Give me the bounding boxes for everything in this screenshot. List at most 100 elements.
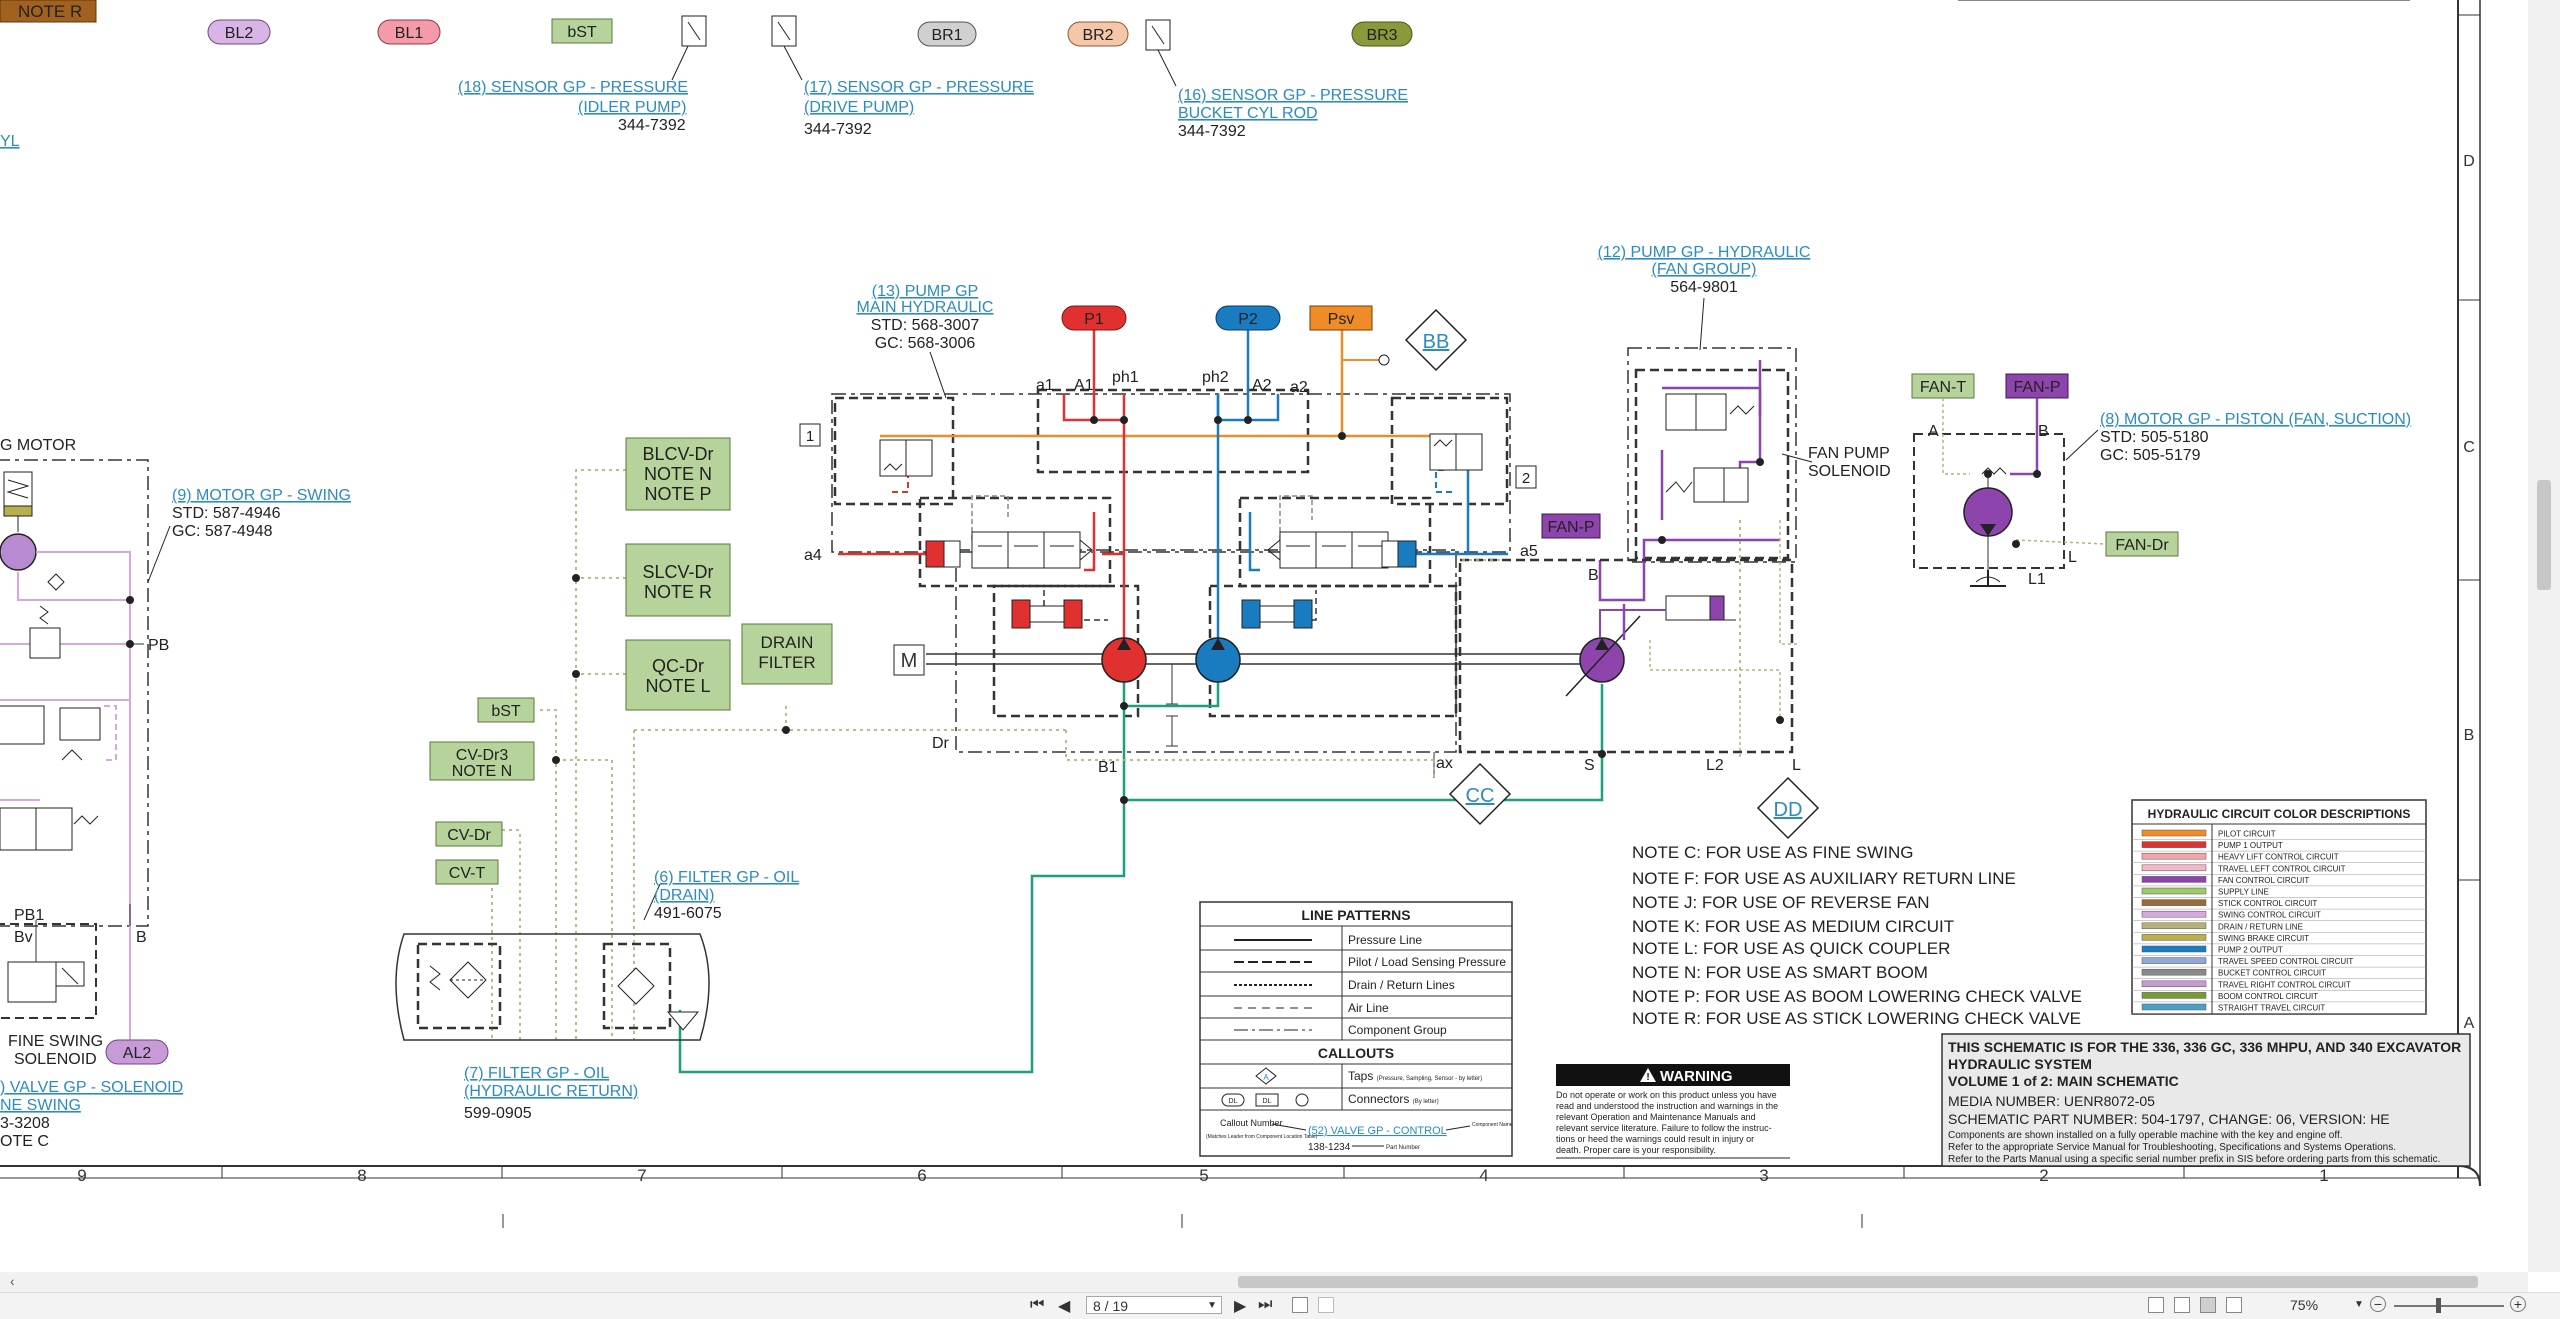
previous-page-icon[interactable]: ◀ — [1058, 1296, 1070, 1316]
callout-16-title: (16) SENSOR GP - PRESSURE — [1178, 87, 1408, 104]
callout-18-part: 344-7392 — [618, 117, 686, 134]
svg-text:B1: B1 — [1098, 759, 1118, 776]
svg-text:DD: DD — [1774, 799, 1803, 821]
note-j: NOTE J: FOR USE OF REVERSE FAN — [1632, 893, 1930, 912]
svg-text:FAN-P: FAN-P — [2013, 379, 2060, 396]
grid-col-9: 9 — [77, 1166, 86, 1185]
zoom-out-icon[interactable]: − — [2370, 1296, 2386, 1312]
svg-text:(7) FILTER GP - OIL: (7) FILTER GP - OIL — [464, 1065, 609, 1082]
fan-solenoid — [1665, 595, 1711, 621]
continuous-view-icon[interactable] — [2174, 1297, 2190, 1313]
color-row-label: BOOM CONTROL CIRCUIT — [2218, 992, 2318, 1001]
spool-valve-left — [925, 531, 1093, 629]
horizontal-scrollbar[interactable]: ‹ — [0, 1272, 2528, 1292]
color-row-label: PUMP 2 OUTPUT — [2218, 946, 2283, 955]
svg-text:BL2: BL2 — [225, 25, 254, 42]
svg-text:NOTE R: NOTE R — [644, 582, 712, 602]
two-page-continuous-view-icon[interactable] — [2226, 1297, 2242, 1313]
svg-text:2: 2 — [1522, 470, 1530, 487]
svg-text:PB1: PB1 — [14, 907, 44, 924]
page-dropdown-chevron-icon[interactable]: ▼ — [1207, 1297, 1217, 1315]
svg-text:FAN-T: FAN-T — [1920, 379, 1966, 396]
callout-yl: YL — [0, 133, 20, 150]
svg-text:(52) VALVE GP - CONTROL: (52) VALVE GP - CONTROL — [1308, 1125, 1447, 1137]
svg-text:(Matches Leader from Component: (Matches Leader from Component Location … — [1206, 1134, 1318, 1140]
page-number-field[interactable]: 8 / 19 ▼ — [1086, 1296, 1222, 1314]
first-page-icon[interactable]: ⏮ — [1030, 1296, 1044, 1314]
callout-16-sub: BUCKET CYL ROD — [1178, 105, 1318, 122]
note-f: NOTE F: FOR USE AS AUXILIARY RETURN LINE — [1632, 869, 2016, 888]
svg-text:L: L — [1792, 757, 1801, 774]
grid-row-a: A — [2464, 1015, 2475, 1032]
zoom-level[interactable]: 75% — [2290, 1297, 2318, 1313]
svg-text:bST: bST — [491, 703, 521, 720]
svg-text:1: 1 — [806, 428, 814, 445]
svg-text:Part Number: Part Number — [1386, 1145, 1420, 1151]
svg-text:FAN-P: FAN-P — [1547, 519, 1594, 536]
svg-text:CV-T: CV-T — [449, 865, 486, 882]
svg-text:A2: A2 — [1252, 377, 1272, 394]
svg-text:SLCV-Dr: SLCV-Dr — [642, 562, 713, 582]
svg-text:SOLENOID: SOLENOID — [14, 1051, 97, 1068]
warning-box: ! WARNING Do not operate or work on this… — [1556, 1064, 1790, 1159]
color-row-label: PUMP 1 OUTPUT — [2218, 841, 2283, 850]
color-row-label: SUPPLY LINE — [2218, 888, 2269, 897]
junction-dots — [126, 416, 2041, 804]
top-callouts: (18) SENSOR GP - PRESSURE (IDLER PUMP) 3… — [0, 45, 1408, 150]
svg-text:Do not operate or work on this: Do not operate or work on this product u… — [1556, 1090, 1777, 1100]
color-swatch — [2141, 852, 2207, 860]
note-r-label: NOTE R — [18, 2, 82, 21]
svg-text:GC: 505-5179: GC: 505-5179 — [2100, 447, 2201, 464]
svg-text:death. Proper care is your res: death. Proper care is your responsibilit… — [1556, 1145, 1716, 1155]
port-labels: a1 A1 ph1 ph2 A2 a2 a4 a5 Dr B1 ax S L2 … — [804, 369, 1801, 776]
color-swatch — [2141, 910, 2207, 918]
svg-text:OTE C: OTE C — [0, 1133, 49, 1150]
svg-text:tions or heed the warnings cou: tions or heed the warnings could result … — [1556, 1134, 1754, 1144]
last-page-icon[interactable]: ⏭ — [1258, 1296, 1272, 1314]
horizontal-scrollbar-thumb[interactable] — [1238, 1276, 2478, 1288]
zoom-slider[interactable] — [2394, 1305, 2504, 1307]
zoom-slider-knob[interactable] — [2436, 1298, 2441, 1313]
svg-text:ph2: ph2 — [1202, 369, 1229, 386]
vertical-scrollbar-thumb[interactable] — [2537, 480, 2551, 590]
color-row-label: TRAVEL RIGHT CONTROL CIRCUIT — [2218, 980, 2351, 989]
svg-text:SCHEMATIC PART NUMBER: 504-179: SCHEMATIC PART NUMBER: 504-1797, CHANGE:… — [1948, 1111, 2390, 1127]
svg-text:M: M — [901, 650, 918, 672]
svg-text:VOLUME 1 of 2: MAIN SCHEMATIC: VOLUME 1 of 2: MAIN SCHEMATIC — [1948, 1073, 2179, 1089]
svg-text:Callout Number: Callout Number — [1220, 1118, 1283, 1128]
top-badges: NOTE R BL2 BL1 bST BR1 BR2 BR3 — [0, 0, 2410, 51]
color-swatch — [2141, 980, 2207, 988]
schematic-viewport[interactable]: 9 8 7 6 5 4 3 2 1 D C B A NOTE R BL2 BL1… — [0, 0, 2528, 1272]
svg-text:G MOTOR: G MOTOR — [0, 437, 76, 454]
previous-view-icon[interactable] — [1292, 1297, 1308, 1313]
svg-text:L: L — [2068, 549, 2077, 566]
scroll-left-arrow-icon[interactable]: ‹ — [10, 1273, 15, 1289]
svg-text:Dr: Dr — [932, 735, 950, 752]
next-view-icon[interactable] — [1318, 1297, 1334, 1313]
svg-text:a1: a1 — [1036, 377, 1054, 394]
svg-text:BR1: BR1 — [931, 27, 962, 44]
vertical-scrollbar[interactable] — [2528, 0, 2560, 1272]
svg-text:AL2: AL2 — [123, 1045, 152, 1062]
two-page-view-icon[interactable] — [2200, 1297, 2216, 1313]
color-row-label: DRAIN / RETURN LINE — [2218, 922, 2303, 931]
color-row-label: TRAVEL LEFT CONTROL CIRCUIT — [2218, 864, 2346, 873]
grid-col-1: 1 — [2319, 1166, 2328, 1185]
color-swatch — [2141, 934, 2207, 941]
single-page-view-icon[interactable] — [2148, 1297, 2164, 1313]
svg-text:BR3: BR3 — [1366, 27, 1397, 44]
next-page-icon[interactable]: ▶ — [1234, 1296, 1246, 1316]
page-number-value: 8 / 19 — [1093, 1298, 1129, 1314]
svg-text:CV-Dr: CV-Dr — [447, 827, 491, 844]
zoom-dropdown-chevron-icon[interactable]: ▼ — [2354, 1299, 2364, 1310]
svg-text:QC-Dr: QC-Dr — [652, 656, 704, 676]
color-swatch — [2141, 968, 2207, 976]
callout-17-sub: (DRIVE PUMP) — [804, 99, 914, 116]
svg-text:MAIN HYDRAULIC: MAIN HYDRAULIC — [857, 299, 994, 316]
svg-text:Pilot / Load Sensing Pressure: Pilot / Load Sensing Pressure — [1348, 955, 1506, 969]
svg-text:A: A — [1928, 423, 1939, 440]
note-l: NOTE L: FOR USE AS QUICK COUPLER — [1632, 939, 1950, 958]
svg-text:bST: bST — [567, 24, 597, 41]
zoom-in-icon[interactable]: + — [2510, 1296, 2526, 1312]
spool-valve-right — [1241, 531, 1417, 629]
